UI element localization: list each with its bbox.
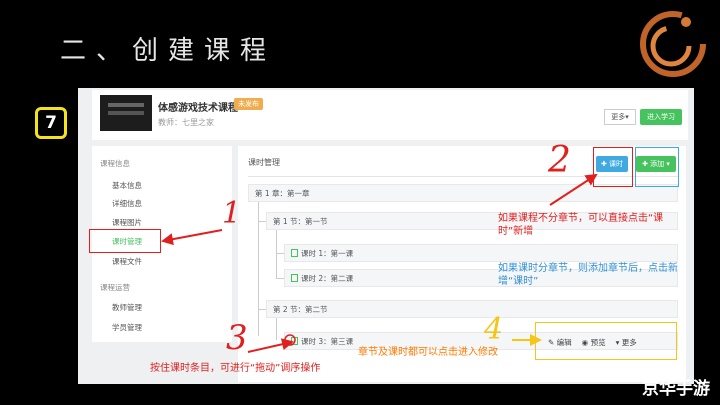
sidebar-item-basic[interactable]: 基本信息 (112, 180, 142, 191)
tree-line (276, 316, 277, 340)
annotation-number-2: 2 (548, 140, 571, 181)
sidebar-group-ops: 课程运营 (100, 283, 130, 292)
brand-logo-icon (640, 11, 706, 77)
footer-logo: 京华手游 (642, 379, 710, 399)
tree-line (276, 226, 277, 278)
highlight-box-lessons (89, 229, 161, 253)
highlight-box-lesson-button (593, 147, 633, 187)
lesson-label: 课时 2：第二课 (301, 273, 354, 283)
highlight-box-actions (535, 322, 677, 360)
annotation-no-chapter: 如果课程不分章节，可以直接点击“课时”新增 (498, 213, 664, 237)
annotation-number-1: 1 (222, 196, 242, 231)
sidebar-item-image[interactable]: 课程图片 (112, 217, 142, 228)
file-icon (291, 337, 298, 345)
lesson-label: 课时 3：第三课 (301, 336, 354, 346)
lesson-row[interactable]: 课时 1：第一课 (284, 244, 678, 262)
file-icon (291, 274, 298, 282)
course-thumbnail (100, 95, 152, 131)
annotation-number-4: 4 (484, 312, 504, 347)
enter-learning-button[interactable]: 进入学习 (640, 109, 682, 125)
course-name: 体感游戏技术课程 (158, 103, 238, 114)
more-button[interactable]: 更多▾ (604, 109, 636, 125)
step-badge: 7 (35, 107, 67, 139)
annotation-edit: 章节及课时都可以点击进入修改 (358, 347, 498, 358)
section-label: 第 2 节：第二节 (273, 304, 328, 314)
panel-title: 课时管理 (248, 158, 280, 167)
sidebar-group-info: 课程信息 (100, 159, 130, 168)
tree-line (258, 202, 259, 336)
file-icon (291, 249, 298, 257)
lesson-label: 课时 1：第一课 (301, 248, 354, 258)
annotation-drag: 按住课时条目，可进行“拖动”调序操作 (150, 363, 321, 374)
annotation-number-3: 3 (226, 318, 248, 358)
slide-title: 二、创建课程 (60, 36, 277, 66)
section-label: 第 1 节：第一节 (273, 216, 328, 226)
highlight-box-add-button (635, 147, 679, 187)
chapter-label: 第 1 章：第一章 (255, 188, 310, 198)
course-header: 体感游戏技术课程 未发布 教师：七里之家 更多▾ 进入学习 (92, 90, 688, 140)
sidebar-item-detail[interactable]: 详细信息 (112, 198, 142, 209)
sidebar-item-teachers[interactable]: 教师管理 (112, 302, 142, 313)
annotation-with-chapter: 如果课时分章节，则添加章节后，点击新增“课时” (498, 263, 678, 287)
course-teacher: 教师：七里之家 (158, 118, 214, 127)
section-row[interactable]: 第 2 节：第二节 (266, 300, 678, 318)
sidebar-item-students[interactable]: 学员管理 (112, 322, 142, 333)
sidebar-item-files[interactable]: 课程文件 (112, 256, 142, 267)
status-badge: 未发布 (234, 98, 263, 110)
